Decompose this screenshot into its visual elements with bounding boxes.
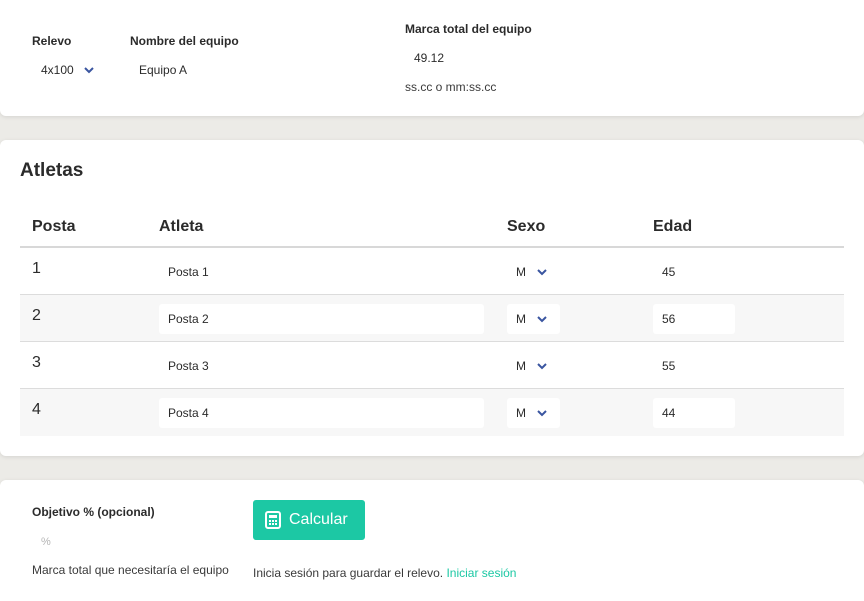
goal-label: Objetivo % (opcional) — [32, 505, 155, 519]
chevron-down-icon — [536, 314, 548, 324]
calculator-icon — [265, 511, 281, 529]
login-link[interactable]: Iniciar sesión — [446, 566, 516, 580]
table-row: 2 Posta 2 M 56 — [20, 295, 844, 342]
chevron-down-icon — [536, 408, 548, 418]
calculate-button[interactable]: Calcular — [253, 500, 365, 540]
column-header-atleta: Atleta — [159, 218, 204, 235]
column-header-sexo: Sexo — [507, 218, 546, 235]
chevron-down-icon — [536, 267, 548, 277]
athlete-name-input[interactable]: Posta 3 — [159, 351, 484, 381]
age-input[interactable]: 44 — [653, 398, 735, 428]
table-header: Posta Atleta Sexo Edad — [20, 206, 844, 248]
athlete-name-input[interactable]: Posta 1 — [159, 257, 484, 287]
athletes-title: Atletas — [20, 160, 84, 181]
total-time-input[interactable]: 49.12 — [405, 44, 585, 70]
relay-value: 4x100 — [41, 63, 74, 77]
team-name-label: Nombre del equipo — [130, 34, 239, 48]
goal-percent-placeholder: % — [41, 536, 51, 548]
goal-card: Objetivo % (opcional) % Marca total que … — [0, 480, 864, 601]
table-row: 3 Posta 3 M 55 — [20, 342, 844, 389]
team-name-value: Equipo A — [139, 63, 188, 77]
age-input[interactable]: 56 — [653, 304, 735, 334]
total-time-label: Marca total del equipo — [405, 22, 532, 36]
posta-number: 3 — [32, 354, 41, 371]
column-header-posta: Posta — [32, 218, 76, 235]
relay-select[interactable]: 4x100 — [32, 56, 112, 82]
goal-hint: Marca total que necesitaría el equipo — [32, 563, 229, 577]
sex-select[interactable]: M — [507, 351, 560, 381]
sex-value: M — [516, 265, 526, 279]
sex-select[interactable]: M — [507, 257, 560, 287]
chevron-down-icon — [83, 65, 95, 75]
column-header-edad: Edad — [653, 218, 693, 235]
athlete-name-input[interactable]: Posta 4 — [159, 398, 484, 428]
login-prompt-text: Inicia sesión para guardar el relevo. — [253, 566, 444, 580]
sex-select[interactable]: M — [507, 304, 560, 334]
athletes-table: Posta Atleta Sexo Edad 1 Posta 1 M 45 2 … — [20, 206, 844, 436]
sex-value: M — [516, 312, 526, 326]
sex-select[interactable]: M — [507, 398, 560, 428]
relay-label: Relevo — [32, 34, 72, 48]
age-input[interactable]: 55 — [653, 351, 735, 381]
total-time-value: 49.12 — [414, 51, 445, 65]
team-name-input[interactable]: Equipo A — [130, 56, 370, 82]
table-row: 1 Posta 1 M 45 — [20, 248, 844, 295]
table-row: 4 Posta 4 M 44 — [20, 389, 844, 436]
team-settings-card: Relevo 4x100 Nombre del equipo Equipo A … — [0, 0, 864, 116]
total-time-hint: ss.cc o mm:ss.cc — [405, 80, 497, 94]
posta-number: 2 — [32, 307, 41, 324]
sex-value: M — [516, 359, 526, 373]
age-input[interactable]: 45 — [653, 257, 735, 287]
posta-number: 4 — [32, 401, 41, 418]
chevron-down-icon — [536, 361, 548, 371]
calculate-label: Calcular — [289, 511, 348, 528]
posta-number: 1 — [32, 260, 41, 277]
login-prompt: Inicia sesión para guardar el relevo. In… — [253, 566, 516, 580]
sex-value: M — [516, 406, 526, 420]
athlete-name-input[interactable]: Posta 2 — [159, 304, 484, 334]
goal-percent-input[interactable]: % — [32, 528, 212, 554]
athletes-card: Atletas Posta Atleta Sexo Edad 1 Posta 1… — [0, 140, 864, 456]
